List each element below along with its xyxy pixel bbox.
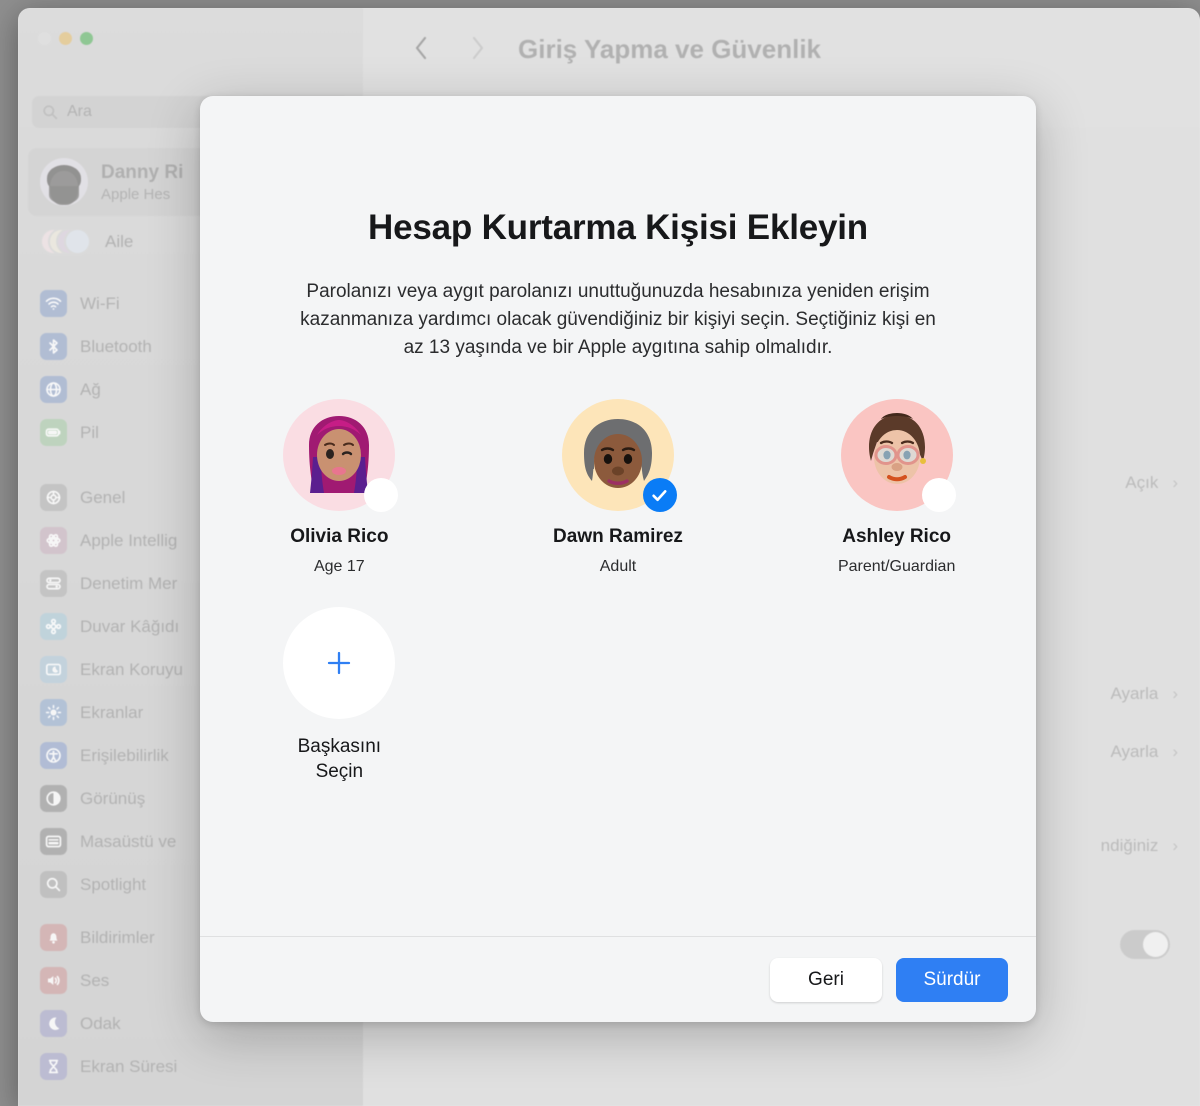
sidebar-item-label: Denetim Mer <box>80 573 178 593</box>
row-value: Ayarla <box>1110 742 1159 761</box>
search-icon <box>43 105 58 120</box>
chevron-right-icon: › <box>1172 473 1178 492</box>
sidebar-item-label: Bildirimler <box>80 927 155 947</box>
choose-someone-else-label: Başkasını Seçin <box>297 736 382 782</box>
dialog-description: Parolanızı veya aygıt parolanızı unuttuğ… <box>300 281 936 358</box>
contact-option[interactable]: Ashley Rico Parent/Guardian <box>757 399 1036 576</box>
system-settings-window: Ara Danny Ri Apple Hes Aile Wi-Fi Blueto… <box>18 8 1200 1106</box>
row-value: Ayarla <box>1110 684 1159 703</box>
search-placeholder: Ara <box>67 103 92 120</box>
back-button[interactable] <box>403 30 439 66</box>
wifi-icon <box>40 290 67 317</box>
dialog-body: Hesap Kurtarma Kişisi Ekleyin Parolanızı… <box>200 96 1036 936</box>
control-center-icon <box>40 570 67 597</box>
sidebar-item-label: Apple Intellig <box>80 530 178 550</box>
choose-someone-else-circle[interactable] <box>283 607 396 719</box>
wallpaper-icon <box>40 613 67 640</box>
selection-badge[interactable] <box>364 478 399 512</box>
contact-avatar-wrapper[interactable] <box>561 399 677 512</box>
contact-role: Parent/Guardian <box>837 558 956 575</box>
spotlight-icon <box>40 871 67 898</box>
bell-icon <box>40 924 67 951</box>
sidebar-item-ekran-s-resi[interactable]: Ekran Süresi <box>28 1045 354 1088</box>
contact-name: Ashley Rico <box>842 526 952 547</box>
sidebar-item-label: Wi-Fi <box>80 293 120 313</box>
settings-row-value-0[interactable]: Açık › <box>1125 473 1178 493</box>
contact-option[interactable]: Olivia Rico Age 17 <box>200 399 479 576</box>
account-subtitle: Apple Hes <box>101 185 171 203</box>
toolbar: Giriş Yapma ve Güvenlik <box>363 8 1200 88</box>
chevron-right-icon: › <box>1172 684 1178 703</box>
back-button[interactable]: Geri <box>770 957 882 1002</box>
chevron-right-icon: › <box>1172 742 1178 761</box>
contact-avatar-wrapper[interactable] <box>840 399 956 512</box>
sidebar-item-label: Pil <box>80 422 99 442</box>
continue-button[interactable]: Sürdür <box>896 957 1008 1002</box>
selection-badge[interactable] <box>921 478 956 512</box>
sidebar-item-label: Bluetooth <box>80 336 152 356</box>
sidebar-item-label: Masaüstü ve <box>80 831 177 851</box>
sidebar-item-label: Ses <box>80 970 110 990</box>
selected-check-badge[interactable] <box>642 478 677 512</box>
desktop-background: Ara Danny Ri Apple Hes Aile Wi-Fi Blueto… <box>0 0 1200 1106</box>
brightness-icon <box>40 699 67 726</box>
settings-row-value-3[interactable]: ndiğiniz › <box>1101 836 1178 856</box>
avatar <box>40 158 88 206</box>
page-title: Giriş Yapma ve Güvenlik <box>518 34 822 64</box>
sidebar-item-label: Genel <box>80 487 126 507</box>
globe-icon <box>40 376 67 403</box>
contact-role: Adult <box>599 558 637 575</box>
contact-role: Age 17 <box>313 558 365 575</box>
traffic-light-buttons[interactable] <box>38 32 93 45</box>
chevron-right-icon <box>472 36 483 60</box>
sparkle-atom-icon <box>40 527 67 554</box>
accessibility-icon <box>40 742 67 769</box>
contact-list: Olivia Rico Age 17 Dawn Ramirez Adult As… <box>200 399 1036 576</box>
add-account-recovery-contact-dialog: Hesap Kurtarma Kişisi Ekleyin Parolanızı… <box>200 96 1036 1022</box>
chevron-right-icon: › <box>1172 836 1178 855</box>
choose-someone-else-button[interactable]: Başkasını Seçin <box>200 607 479 784</box>
plus-icon <box>328 651 351 675</box>
settings-toggle[interactable] <box>1120 930 1170 959</box>
account-name: Danny Ri <box>101 161 184 183</box>
sidebar-item-label: Ekranlar <box>80 702 144 722</box>
row-value: ndiğiniz <box>1100 836 1159 855</box>
desktop-dock-icon <box>40 828 67 855</box>
settings-row-value-1[interactable]: Ayarla › <box>1110 684 1178 704</box>
sidebar-item-label: Aile <box>105 232 134 251</box>
gear-icon <box>40 484 67 511</box>
dialog-footer: Geri Sürdür <box>200 936 1036 1022</box>
family-avatars-icon <box>40 228 92 256</box>
settings-row-value-2[interactable]: Ayarla › <box>1110 742 1178 762</box>
sidebar-item-label: Odak <box>80 1013 121 1033</box>
contact-name: Dawn Ramirez <box>553 526 683 547</box>
contact-avatar-wrapper[interactable] <box>283 399 399 512</box>
sidebar-item-label: Ağ <box>80 379 101 399</box>
close-window-button[interactable] <box>38 32 51 45</box>
row-value: Açık <box>1125 473 1159 492</box>
minimize-window-button[interactable] <box>59 32 72 45</box>
sidebar-item-label: Ekran Süresi <box>80 1056 178 1076</box>
contact-name: Olivia Rico <box>290 526 389 547</box>
sidebar-item-label: Görünüş <box>80 788 146 808</box>
sidebar-item-label: Spotlight <box>80 874 147 894</box>
battery-icon <box>40 419 67 446</box>
appearance-icon <box>40 785 67 812</box>
contact-option[interactable]: Dawn Ramirez Adult <box>479 399 758 576</box>
check-icon <box>652 489 667 501</box>
speaker-icon <box>40 967 67 994</box>
chevron-left-icon <box>415 36 426 60</box>
hourglass-icon <box>40 1053 67 1080</box>
sidebar-item-label: Erişilebilirlik <box>80 745 169 765</box>
moon-icon <box>40 1010 67 1037</box>
dialog-title: Hesap Kurtarma Kişisi Ekleyin <box>368 208 868 247</box>
screensaver-icon <box>40 656 67 683</box>
forward-button[interactable] <box>459 30 495 66</box>
sidebar-item-label: Duvar Kâğıdı <box>80 616 180 636</box>
zoom-window-button[interactable] <box>80 32 93 45</box>
bluetooth-icon <box>40 333 67 360</box>
sidebar-item-label: Ekran Koruyu <box>80 659 183 679</box>
